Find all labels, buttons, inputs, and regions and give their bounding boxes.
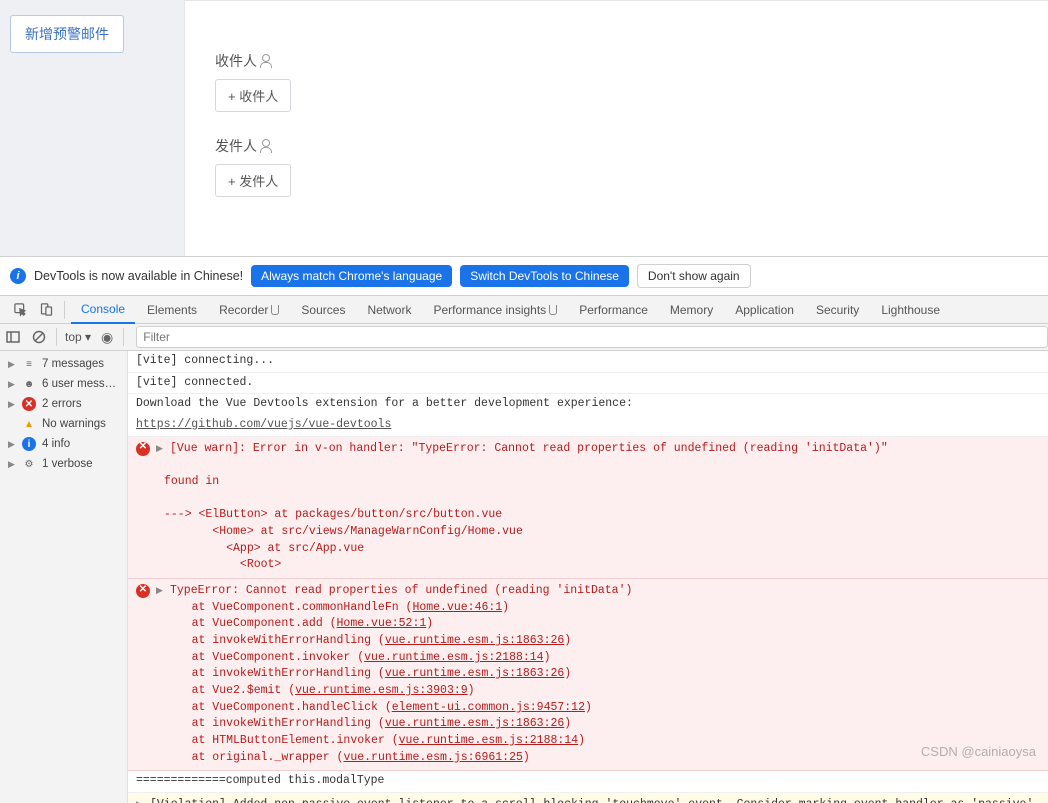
- stack-trace: at VueComponent.commonHandleFn (Home.vue…: [164, 600, 1040, 767]
- devtools-tabs: Console Elements Recorder Sources Networ…: [0, 296, 1048, 324]
- recipient-field: 收件人 + 收件人: [215, 51, 1018, 112]
- warning-icon: ▲: [22, 417, 36, 431]
- source-link[interactable]: vue.runtime.esm.js:1863:26: [385, 634, 564, 647]
- sidebar-item-verbose[interactable]: ▶⚙1 verbose: [0, 454, 127, 474]
- log-text: [Vue warn]: Error in v-on handler: "Type…: [170, 441, 888, 458]
- live-expression-icon[interactable]: ◉: [101, 329, 113, 346]
- add-sender-button[interactable]: + 发件人: [215, 164, 291, 197]
- devtools-language-banner: i DevTools is now available in Chinese! …: [0, 256, 1048, 296]
- beaker-icon: [271, 305, 279, 315]
- separator: [64, 301, 65, 319]
- banner-text: DevTools is now available in Chinese!: [34, 269, 243, 283]
- user-icon: ☻: [22, 377, 36, 391]
- tab-network[interactable]: Network: [357, 297, 421, 323]
- beaker-icon: [549, 305, 557, 315]
- separator: [56, 328, 57, 346]
- log-text: [Violation] Added non-passive event list…: [150, 797, 1040, 803]
- tab-lighthouse[interactable]: Lighthouse: [871, 297, 950, 323]
- log-error-block: ✕ ▶ [Vue warn]: Error in v-on handler: "…: [128, 437, 1048, 579]
- filter-input[interactable]: [136, 326, 1048, 348]
- switch-devtools-to-chinese-button[interactable]: Switch DevTools to Chinese: [460, 265, 629, 287]
- tab-console[interactable]: Console: [71, 296, 135, 324]
- separator: [123, 328, 124, 346]
- always-match-language-button[interactable]: Always match Chrome's language: [251, 265, 452, 287]
- tab-recorder[interactable]: Recorder: [209, 297, 289, 323]
- source-link[interactable]: Home.vue:46:1: [412, 601, 502, 614]
- sidebar-item-info[interactable]: ▶i4 info: [0, 434, 127, 454]
- console-body: ▶≡7 messages ▶☻6 user mess… ▶✕2 errors ▲…: [0, 351, 1048, 803]
- source-link[interactable]: vue.runtime.esm.js:1863:26: [385, 667, 564, 680]
- context-selector[interactable]: top ▾: [61, 328, 95, 346]
- log-text: TypeError: Cannot read properties of und…: [170, 583, 632, 600]
- info-icon: i: [22, 437, 36, 451]
- tab-application[interactable]: Application: [725, 297, 804, 323]
- user-icon: [259, 139, 273, 153]
- log-link[interactable]: https://github.com/vuejs/vue-devtools: [128, 415, 1048, 437]
- clear-console-icon[interactable]: [26, 330, 52, 344]
- source-link[interactable]: Home.vue:52:1: [337, 617, 427, 630]
- source-link[interactable]: vue.runtime.esm.js:6961:25: [343, 751, 522, 764]
- add-recipient-button[interactable]: + 收件人: [215, 79, 291, 112]
- tab-elements[interactable]: Elements: [137, 297, 207, 323]
- console-log-area[interactable]: [vite] connecting... [vite] connected. D…: [128, 351, 1048, 803]
- source-link[interactable]: element-ui.common.js:9457:12: [392, 701, 585, 714]
- tab-memory[interactable]: Memory: [660, 297, 723, 323]
- expand-icon[interactable]: ▶: [156, 443, 164, 456]
- app-area: 新增预警邮件 收件人 + 收件人 发件人 + 发件人: [0, 0, 1048, 256]
- device-toolbar-icon[interactable]: [34, 298, 58, 322]
- log-line: [vite] connecting...: [128, 351, 1048, 373]
- verbose-icon: ⚙: [22, 457, 36, 471]
- log-text: found in ---> <ElButton> at packages/but…: [164, 457, 1040, 574]
- app-left-panel: 新增预警邮件: [0, 0, 185, 256]
- console-sidebar: ▶≡7 messages ▶☻6 user mess… ▶✕2 errors ▲…: [0, 351, 128, 803]
- app-main-panel: 收件人 + 收件人 发件人 + 发件人: [185, 0, 1048, 256]
- expand-icon[interactable]: ▶: [156, 585, 164, 598]
- info-icon: i: [10, 268, 26, 284]
- expand-icon[interactable]: ▶: [136, 799, 144, 803]
- sidebar-item-warnings[interactable]: ▲No warnings: [0, 414, 127, 434]
- log-violation-block: ▶ [Violation] Added non-passive event li…: [128, 793, 1048, 803]
- sidebar-item-user-messages[interactable]: ▶☻6 user mess…: [0, 374, 127, 394]
- list-icon: ≡: [22, 357, 36, 371]
- source-link[interactable]: vue.runtime.esm.js:1863:26: [385, 717, 564, 730]
- console-toolbar: top ▾ ◉: [0, 324, 1048, 351]
- source-link[interactable]: vue.runtime.esm.js:2188:14: [364, 651, 543, 664]
- user-icon: [259, 54, 273, 68]
- log-line: Download the Vue Devtools extension for …: [128, 394, 1048, 415]
- sidebar-item-errors[interactable]: ▶✕2 errors: [0, 394, 127, 414]
- log-line: [vite] connected.: [128, 373, 1048, 395]
- error-icon: ✕: [136, 584, 150, 598]
- tab-sources[interactable]: Sources: [291, 297, 355, 323]
- sidebar-item-messages[interactable]: ▶≡7 messages: [0, 354, 127, 374]
- error-icon: ✕: [22, 397, 36, 411]
- tab-security[interactable]: Security: [806, 297, 869, 323]
- tab-performance[interactable]: Performance: [569, 297, 658, 323]
- log-error-block: ✕ ▶ TypeError: Cannot read properties of…: [128, 579, 1048, 771]
- add-alert-email-button[interactable]: 新增预警邮件: [10, 15, 124, 53]
- sender-label: 发件人: [215, 136, 1018, 156]
- sender-field: 发件人 + 发件人: [215, 136, 1018, 197]
- dont-show-again-button[interactable]: Don't show again: [637, 264, 751, 288]
- source-link[interactable]: vue.runtime.esm.js:3903:9: [295, 684, 468, 697]
- toggle-sidebar-icon[interactable]: [0, 331, 26, 343]
- log-line: =============computed this.modalType: [128, 771, 1048, 793]
- tab-performance-insights[interactable]: Performance insights: [423, 297, 567, 323]
- inspect-element-icon[interactable]: [8, 298, 32, 322]
- recipient-label: 收件人: [215, 51, 1018, 71]
- source-link[interactable]: vue.runtime.esm.js:2188:14: [399, 734, 578, 747]
- error-icon: ✕: [136, 442, 150, 456]
